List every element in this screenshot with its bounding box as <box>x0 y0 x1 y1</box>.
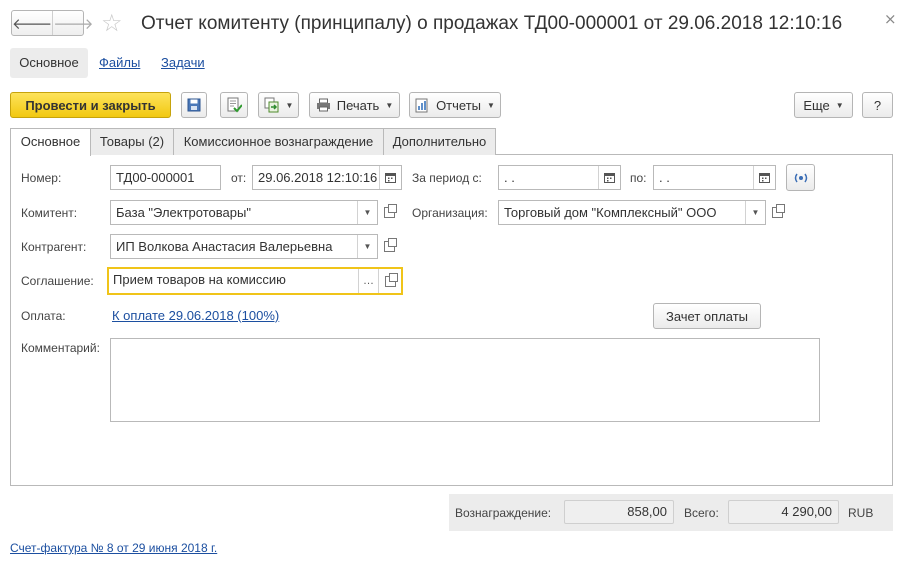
committent-open-button[interactable] <box>379 200 400 225</box>
calendar-button[interactable] <box>753 166 775 189</box>
number-label: Номер: <box>21 171 62 185</box>
save-button[interactable] <box>181 92 207 118</box>
post-document-icon <box>227 97 242 113</box>
tab-additional[interactable]: Дополнительно <box>383 128 496 155</box>
back-arrow-icon[interactable]: 🡐 <box>12 11 52 35</box>
organization-label: Организация: <box>412 206 488 220</box>
tab-main[interactable]: Основное <box>10 128 91 156</box>
period-to-value: . . <box>659 170 670 185</box>
reports-label: Отчеты <box>436 97 481 113</box>
reports-button[interactable]: Отчеты ▼ <box>409 92 501 118</box>
total-value: 4 290,00 <box>728 500 839 524</box>
favorite-star-icon[interactable]: ☆ <box>101 9 123 37</box>
save-icon <box>187 98 201 112</box>
chevron-down-icon: ▼ <box>363 242 372 251</box>
chevron-down-icon: ▼ <box>751 208 760 217</box>
help-button[interactable]: ? <box>862 92 893 118</box>
period-select-button[interactable] <box>786 164 815 191</box>
printer-icon <box>316 98 330 112</box>
post-button[interactable] <box>220 92 248 118</box>
committent-value: База "Электротовары" <box>116 205 251 220</box>
chevron-down-icon: ▼ <box>385 100 394 110</box>
agreement-value: Прием товаров на комиссию <box>113 272 286 287</box>
calendar-icon <box>759 173 770 183</box>
organization-dropdown-button[interactable]: ▼ <box>745 201 765 224</box>
number-field[interactable]: ТД00-000001 <box>110 165 221 190</box>
committent-label: Комитент: <box>21 206 78 220</box>
payment-offset-button[interactable]: Зачет оплаты <box>653 303 761 329</box>
more-button[interactable]: Еще ▼ <box>794 92 853 118</box>
create-based-on-icon <box>264 97 279 113</box>
organization-open-button[interactable] <box>767 200 788 225</box>
reward-label: Вознаграждение: <box>455 506 552 520</box>
create-based-on-button[interactable]: ▼ <box>258 92 299 118</box>
close-icon[interactable]: × <box>884 10 897 28</box>
section-tasks[interactable]: Задачи <box>161 48 205 78</box>
date-from-label: от: <box>231 171 247 185</box>
section-files[interactable]: Файлы <box>99 48 140 78</box>
navigation-buttons: 🡐 🡒 <box>11 10 93 36</box>
total-label: Всего: <box>684 506 719 520</box>
calendar-button[interactable] <box>598 166 620 189</box>
committent-field[interactable]: База "Электротовары" ▼ <box>110 200 378 225</box>
counterparty-value: ИП Волкова Анастасия Валерьевна <box>116 239 333 254</box>
comment-textarea[interactable] <box>110 338 820 422</box>
counterparty-label: Контрагент: <box>21 240 87 254</box>
chevron-down-icon: ▼ <box>363 208 372 217</box>
date-field[interactable]: 29.06.2018 12:10:16 <box>252 165 402 190</box>
counterparty-open-button[interactable] <box>379 234 400 259</box>
organization-value: Торговый дом "Комплексный" ООО <box>504 205 717 220</box>
invoice-link[interactable]: Счет-фактура № 8 от 29 июня 2018 г. <box>10 541 217 555</box>
currency-label: RUB <box>848 506 874 520</box>
reports-icon <box>415 98 428 112</box>
section-files-label: Файлы <box>99 55 141 70</box>
calendar-button[interactable] <box>379 166 401 189</box>
more-label: Еще <box>803 97 830 113</box>
counterparty-field[interactable]: ИП Волкова Анастасия Валерьевна ▼ <box>110 234 378 259</box>
ellipsis-icon: … <box>363 274 374 287</box>
payment-label: Оплата: <box>21 309 66 323</box>
committent-dropdown-button[interactable]: ▼ <box>357 201 377 224</box>
period-from-label: За период с: <box>412 171 482 185</box>
counterparty-dropdown-button[interactable]: ▼ <box>357 235 377 258</box>
agreement-open-button[interactable] <box>378 269 401 293</box>
agreement-field[interactable]: Прием товаров на комиссию … <box>107 267 403 295</box>
print-button[interactable]: Печать ▼ <box>309 92 400 118</box>
window-title: Отчет комитенту (принципалу) о продажах … <box>141 13 843 34</box>
forward-arrow-icon[interactable]: 🡒 <box>52 11 93 35</box>
agreement-select-button[interactable]: … <box>358 269 378 293</box>
calendar-icon <box>604 173 615 183</box>
calendar-icon <box>385 173 396 183</box>
agreement-label: Соглашение: <box>21 274 94 288</box>
post-and-close-button[interactable]: Провести и закрыть <box>10 92 171 118</box>
payment-link[interactable]: К оплате 29.06.2018 (100%) <box>112 308 279 323</box>
tab-commission[interactable]: Комиссионное вознаграждение <box>173 128 384 155</box>
organization-field[interactable]: Торговый дом "Комплексный" ООО ▼ <box>498 200 766 225</box>
section-main[interactable]: Основное <box>10 48 88 78</box>
chevron-down-icon: ▼ <box>487 100 495 110</box>
period-select-icon <box>794 173 807 182</box>
period-to-field[interactable]: . . <box>653 165 776 190</box>
comment-label: Комментарий: <box>21 341 100 355</box>
date-value: 29.06.2018 12:10:16 <box>258 170 378 185</box>
open-icon <box>384 272 398 287</box>
section-tasks-label: Задачи <box>161 55 205 70</box>
open-icon <box>384 204 397 218</box>
open-icon <box>772 204 785 218</box>
chevron-down-icon: ▼ <box>835 100 844 110</box>
period-from-field[interactable]: . . <box>498 165 621 190</box>
reward-value: 858,00 <box>564 500 674 524</box>
period-from-value: . . <box>504 170 515 185</box>
chevron-down-icon: ▼ <box>285 100 294 110</box>
period-to-label: по: <box>630 171 647 185</box>
open-icon <box>384 238 397 252</box>
print-label: Печать <box>336 97 380 113</box>
tab-goods[interactable]: Товары (2) <box>90 128 174 155</box>
